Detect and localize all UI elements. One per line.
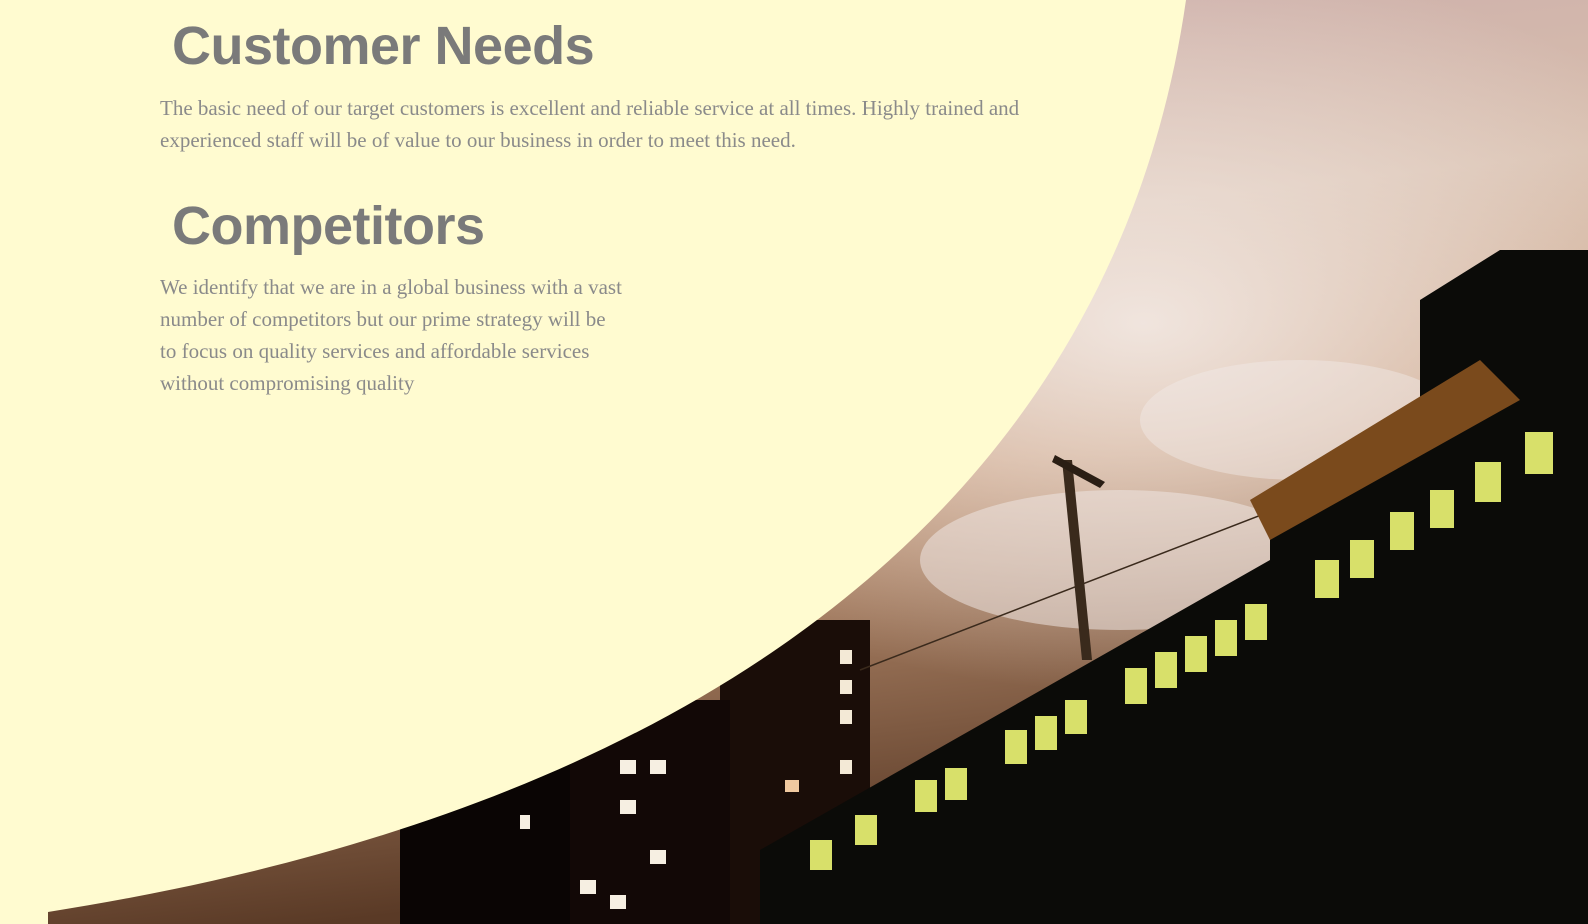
paragraph-line: number of competitors but our prime stra… — [160, 307, 606, 331]
heading-competitors: Competitors — [172, 196, 485, 256]
heading-customer-needs: Customer Needs — [172, 16, 595, 76]
paragraph-line: without compromising quality — [160, 371, 415, 395]
paragraph-competitors: We identify that we are in a global busi… — [160, 271, 622, 399]
slide-content: Customer Needs The basic need of our tar… — [0, 0, 1588, 924]
paragraph-line: We identify that we are in a global busi… — [160, 275, 622, 299]
paragraph-customer-needs: The basic need of our target customers i… — [160, 92, 1019, 156]
paragraph-line: experienced staff will be of value to ou… — [160, 128, 796, 152]
paragraph-line: to focus on quality services and afforda… — [160, 339, 590, 363]
paragraph-line: The basic need of our target customers i… — [160, 96, 1020, 120]
